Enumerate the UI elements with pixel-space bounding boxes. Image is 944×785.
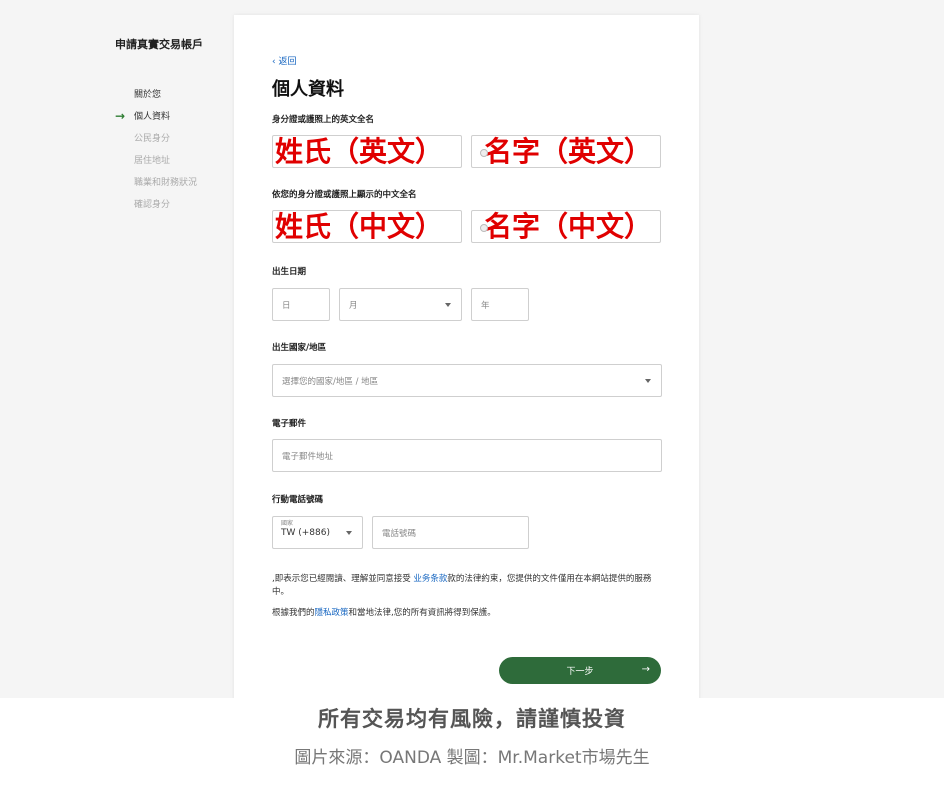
dob-day-placeholder: 日: [282, 300, 291, 311]
step-label: 居住地址: [134, 156, 171, 166]
english-given-name-input[interactable]: 名字（英文）: [471, 135, 661, 168]
step-list: 關於您 → 個人資料 公民身分 居住地址 職業和財務狀況 確認身分: [115, 88, 225, 220]
phone-country-value: TW (+886): [281, 528, 330, 538]
birth-country-select[interactable]: 選擇您的國家/地區 / 地區: [272, 364, 662, 397]
chinese-surname-overlay: 姓氏（中文）: [275, 210, 444, 243]
risk-warning: 所有交易均有風險，請謹慎投資: [318, 707, 626, 731]
chevron-down-icon: [445, 303, 451, 307]
chevron-down-icon: [645, 379, 651, 383]
arrow-right-icon: →: [641, 664, 650, 675]
current-step-arrow-icon: →: [115, 109, 126, 123]
privacy-policy-link[interactable]: 隱私政策: [315, 608, 349, 618]
step-label: 個人資料: [134, 112, 171, 122]
sidebar: 申請真實交易帳戶 關於您 → 個人資料 公民身分 居住地址 職業和財務狀況 確認身…: [115, 36, 225, 220]
step-citizenship[interactable]: 公民身分: [115, 132, 225, 154]
page-title: 個人資料: [272, 79, 344, 100]
next-button[interactable]: 下一步 →: [499, 657, 661, 684]
step-employment-financial[interactable]: 職業和財務狀況: [115, 176, 225, 198]
phone-country-select[interactable]: 國家 TW (+886): [272, 516, 363, 549]
chinese-surname-input[interactable]: 姓氏（中文）: [272, 210, 462, 243]
terms-prefix: ,即表示您已經閱讀、理解並同意接受: [272, 574, 414, 584]
form-card: ‹ 返回 個人資料 身分證或護照上的英文全名 姓氏（英文） 名字（英文） 依您的…: [234, 15, 699, 705]
privacy-prefix: 根據我們的: [272, 608, 315, 618]
english-name-label: 身分證或護照上的英文全名: [272, 115, 375, 125]
phone-country-label: 國家: [281, 520, 294, 527]
chevron-down-icon: [346, 531, 352, 535]
privacy-notice: 根據我們的隱私政策和當地法律,您的所有資訊將得到保護。: [272, 606, 667, 618]
terms-notice: ,即表示您已經閱讀、理解並同意接受 业务条款款的法律約束，您提供的文件僅用在本網…: [272, 573, 667, 599]
english-given-overlay: 名字（英文）: [484, 135, 653, 168]
caption-footer: 所有交易均有風險，請謹慎投資 圖片來源：OANDA 製圖：Mr.Market市場…: [0, 698, 944, 785]
dob-month-select[interactable]: 月: [339, 288, 462, 321]
chinese-name-label: 依您的身分證或護照上顯示的中文全名: [272, 190, 417, 200]
autofill-icon: [480, 224, 488, 232]
email-input[interactable]: 電子郵件地址: [272, 439, 662, 472]
email-placeholder: 電子郵件地址: [282, 451, 334, 462]
terms-link[interactable]: 业务条款: [413, 574, 447, 584]
privacy-suffix: 和當地法律,您的所有資訊將得到保護。: [348, 608, 496, 618]
english-surname-input[interactable]: 姓氏（英文）: [272, 135, 462, 168]
dob-year-placeholder: 年: [481, 300, 490, 311]
image-source: 圖片來源：OANDA 製圖：Mr.Market市場先生: [294, 748, 650, 768]
step-verify-identity[interactable]: 確認身分: [115, 198, 225, 220]
step-residential-address[interactable]: 居住地址: [115, 154, 225, 176]
step-label: 職業和財務狀況: [134, 178, 198, 188]
birth-country-label: 出生國家/地區: [272, 343, 327, 353]
dob-label: 出生日期: [272, 267, 307, 277]
step-about-you[interactable]: 關於您: [115, 88, 225, 110]
english-surname-overlay: 姓氏（英文）: [275, 135, 444, 168]
chinese-given-name-input[interactable]: 名字（中文）: [471, 210, 661, 243]
phone-placeholder: 電話號碼: [382, 528, 417, 539]
email-label: 電子郵件: [272, 419, 307, 429]
back-link[interactable]: ‹ 返回: [272, 54, 296, 67]
dob-month-placeholder: 月: [349, 300, 358, 311]
phone-number-input[interactable]: 電話號碼: [372, 516, 529, 549]
step-label: 關於您: [134, 90, 162, 100]
step-label: 確認身分: [134, 200, 171, 210]
phone-label: 行動電話號碼: [272, 495, 324, 505]
dob-day-input[interactable]: 日: [272, 288, 330, 321]
step-label: 公民身分: [134, 134, 171, 144]
dob-year-input[interactable]: 年: [471, 288, 529, 321]
next-button-label: 下一步: [566, 667, 594, 677]
sidebar-title: 申請真實交易帳戶: [115, 38, 203, 51]
birth-country-placeholder: 選擇您的國家/地區 / 地區: [282, 376, 379, 387]
step-personal-info[interactable]: → 個人資料: [115, 110, 225, 132]
autofill-icon: [480, 149, 488, 157]
chinese-given-overlay: 名字（中文）: [484, 210, 653, 243]
